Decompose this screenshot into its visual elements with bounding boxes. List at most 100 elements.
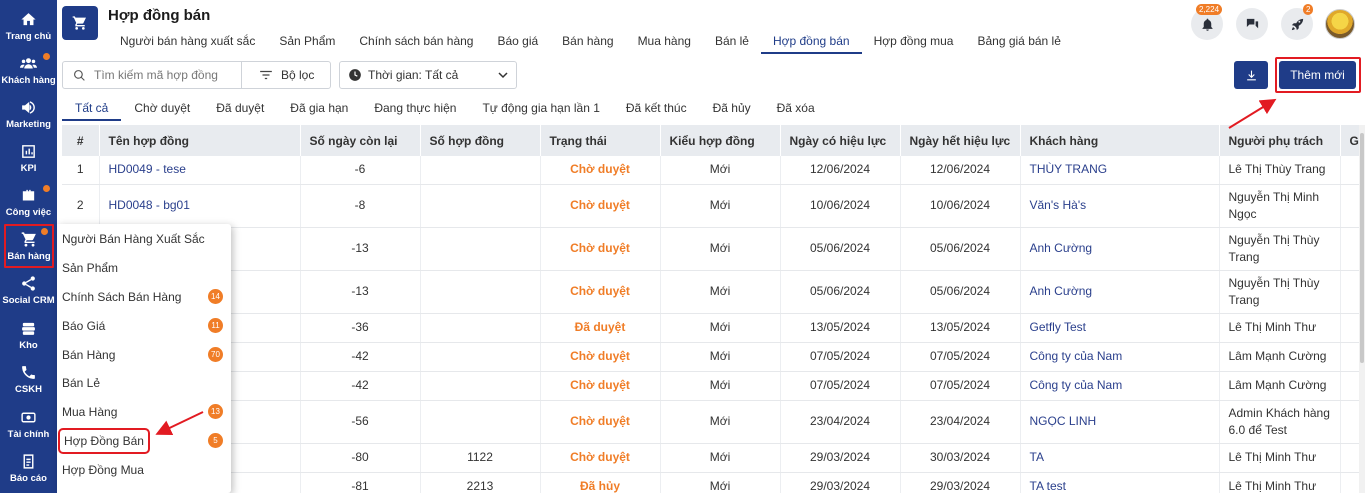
vertical-scrollbar[interactable] — [1359, 125, 1365, 493]
nav-top-seller[interactable]: Người bán hàng xuất sắc — [108, 31, 267, 54]
owner-name: Admin Khách hàng 6.0 để Test — [1219, 400, 1341, 444]
sidebar-item-home[interactable]: Trang chủ — [0, 4, 57, 48]
customer-link[interactable]: Getfly Test — [1020, 313, 1220, 343]
sidebar-item-sales[interactable]: Bán hàng — [3, 223, 55, 269]
table-row[interactable]: -56 Chờ duyệt Mới 23/04/2024 23/04/2024 NGỌC … — [62, 400, 1360, 444]
customer-link[interactable]: TA — [1020, 443, 1220, 473]
customer-link[interactable]: TA test — [1020, 472, 1220, 493]
submenu-item[interactable]: Mua Hàng 13 — [57, 397, 231, 426]
col-header[interactable]: Số ngày còn lại — [300, 125, 421, 156]
col-header[interactable]: Kiểu hợp đồng — [660, 125, 781, 156]
sidebar-item-customers[interactable]: Khách hàng — [0, 48, 57, 92]
submenu-item[interactable]: Người Bán Hàng Xuất Sắc — [57, 224, 231, 253]
submenu-item[interactable]: Hợp Đồng Bán 5 — [57, 426, 231, 455]
tab-all[interactable]: Tất cả — [62, 95, 122, 121]
sidebar-item-warehouse[interactable]: Kho — [0, 313, 57, 357]
customer-link[interactable]: Công ty của Nam — [1020, 342, 1220, 372]
table-row[interactable]: -81 2213 Đã hủy Mới 29/03/2024 29/03/2024 TA t… — [62, 472, 1360, 493]
table-row[interactable]: 2 HD0048 - bg01 -8 Chờ duyệt Mới 10/06/2024 10… — [62, 184, 1360, 228]
filter-button[interactable]: Bộ lọc — [241, 61, 331, 89]
table-row[interactable]: -36 Đã duyệt Mới 13/05/2024 13/05/2024 Getfly… — [62, 313, 1360, 343]
nav-purchases[interactable]: Mua hàng — [626, 31, 703, 54]
customer-link[interactable]: Văn's Hà's — [1020, 184, 1220, 228]
col-header[interactable]: Ngày hết hiệu lực — [900, 125, 1021, 156]
scrollbar-thumb[interactable] — [1360, 133, 1364, 363]
contract-name-link[interactable]: HD0049 - tese — [99, 156, 301, 185]
nav-sales-policy[interactable]: Chính sách bán hàng — [347, 31, 485, 54]
table-row[interactable]: -13 Chờ duyệt Mới 05/06/2024 05/06/2024 Anh C… — [62, 270, 1360, 314]
sidebar-item-reports[interactable]: Báo cáo — [0, 446, 57, 490]
customer-link[interactable]: THÙY TRANG — [1020, 156, 1220, 185]
col-header[interactable]: G — [1340, 125, 1360, 156]
col-header[interactable]: Trạng thái — [540, 125, 661, 156]
messages-button[interactable] — [1236, 8, 1268, 40]
count-badge: 70 — [208, 347, 223, 362]
tab-pending[interactable]: Chờ duyệt — [121, 95, 203, 121]
sidebar-item-label: Social CRM — [2, 294, 55, 306]
tab-extended[interactable]: Đã gia hạn — [277, 95, 361, 121]
table-row[interactable]: -42 Chờ duyệt Mới 07/05/2024 07/05/2024 Công … — [62, 371, 1360, 401]
user-avatar[interactable] — [1325, 9, 1355, 39]
nav-sales-contracts[interactable]: Hợp đồng bán — [760, 31, 862, 54]
submenu-item[interactable]: Sản Phẩm — [57, 253, 231, 282]
submenu-item[interactable]: Chính Sách Bán Hàng 14 — [57, 282, 231, 311]
nav-products[interactable]: Sản Phẩm — [267, 31, 347, 54]
submenu-item[interactable]: Bán Lẻ — [57, 368, 231, 397]
notifications-badge: 2,224 — [1196, 4, 1223, 15]
days-remaining: -42 — [300, 342, 421, 372]
table-row[interactable]: -80 1122 Chờ duyệt Mới 29/03/2024 30/03/2024 T… — [62, 443, 1360, 473]
sales-app-icon[interactable] — [62, 6, 98, 40]
table-row[interactable]: -13 Chờ duyệt Mới 05/06/2024 05/06/2024 Anh C… — [62, 227, 1360, 271]
owner-name: Nguyễn Thị Thùy Trang — [1219, 227, 1341, 271]
tab-ended[interactable]: Đã kết thúc — [613, 95, 700, 121]
contract-type: Mới — [660, 313, 781, 343]
sidebar-item-label: Bán hàng — [7, 250, 51, 262]
customer-link[interactable]: Anh Cường — [1020, 227, 1220, 271]
updates-button[interactable]: 2 — [1281, 4, 1314, 40]
customer-link[interactable]: Anh Cường — [1020, 270, 1220, 314]
col-header[interactable]: Khách hàng — [1020, 125, 1220, 156]
nav-quotes[interactable]: Báo giá — [485, 31, 550, 54]
sidebar-item-tasks[interactable]: Công việc — [0, 180, 57, 224]
contract-search-input[interactable] — [94, 68, 234, 82]
notifications-button[interactable]: 2,224 — [1191, 4, 1223, 40]
tab-approved[interactable]: Đã duyệt — [203, 95, 277, 121]
expiry-date: 05/06/2024 — [900, 270, 1021, 314]
customer-link[interactable]: Công ty của Nam — [1020, 371, 1220, 401]
submenu-item-label: Chính Sách Bán Hàng — [62, 289, 182, 304]
expiry-date: 30/03/2024 — [900, 443, 1021, 473]
sidebar-item-label: Khách hàng — [1, 74, 56, 86]
nav-retail-price-list[interactable]: Bảng giá bán lẻ — [965, 31, 1072, 54]
sidebar-item-customer-care[interactable]: CSKH — [0, 357, 57, 401]
contract-number — [420, 270, 541, 314]
add-new-button[interactable]: Thêm mới — [1279, 61, 1356, 89]
col-header[interactable]: Ngày có hiệu lực — [780, 125, 901, 156]
nav-sales[interactable]: Bán hàng — [550, 31, 625, 54]
col-header[interactable]: Số hợp đồng — [420, 125, 541, 156]
submenu-item[interactable]: Hợp Đồng Mua — [57, 455, 231, 484]
effective-date: 13/05/2024 — [780, 313, 901, 343]
contract-name-link[interactable]: HD0048 - bg01 — [99, 184, 301, 228]
download-button[interactable] — [1234, 61, 1268, 89]
table-row[interactable]: NG TY NAM-42Chờ duyệtMới07/05/202407/05/… — [62, 342, 1360, 372]
time-range-select[interactable]: Thời gian: Tất cả — [339, 61, 517, 89]
customer-link[interactable]: NGỌC LINH — [1020, 400, 1220, 444]
tab-deleted[interactable]: Đã xóa — [764, 95, 828, 121]
tab-in-progress[interactable]: Đang thực hiện — [361, 95, 469, 121]
tab-cancelled[interactable]: Đã hủy — [700, 95, 764, 121]
col-header[interactable]: Tên hợp đồng — [99, 125, 301, 156]
contract-type: Mới — [660, 400, 781, 444]
submenu-item[interactable]: Bán Hàng 70 — [57, 340, 231, 369]
days-remaining: -8 — [300, 184, 421, 228]
tab-auto-extended[interactable]: Tự động gia hạn lần 1 — [469, 95, 612, 121]
sidebar-item-finance[interactable]: Tài chính — [0, 402, 57, 446]
sidebar-item-marketing[interactable]: Marketing — [0, 92, 57, 136]
sidebar-item-social-crm[interactable]: Social CRM — [0, 268, 57, 312]
table-row[interactable]: 1 HD0049 - tese -6 Chờ duyệt Mới 12/06/2024 12… — [62, 156, 1360, 185]
col-header[interactable]: Người phụ trách — [1219, 125, 1341, 156]
col-header[interactable]: # — [62, 125, 100, 156]
sidebar-item-kpi[interactable]: KPI — [0, 136, 57, 180]
nav-purchase-contracts[interactable]: Hợp đồng mua — [862, 31, 966, 54]
nav-retail[interactable]: Bán lẻ — [703, 31, 761, 54]
submenu-item[interactable]: Báo Giá 11 — [57, 311, 231, 340]
